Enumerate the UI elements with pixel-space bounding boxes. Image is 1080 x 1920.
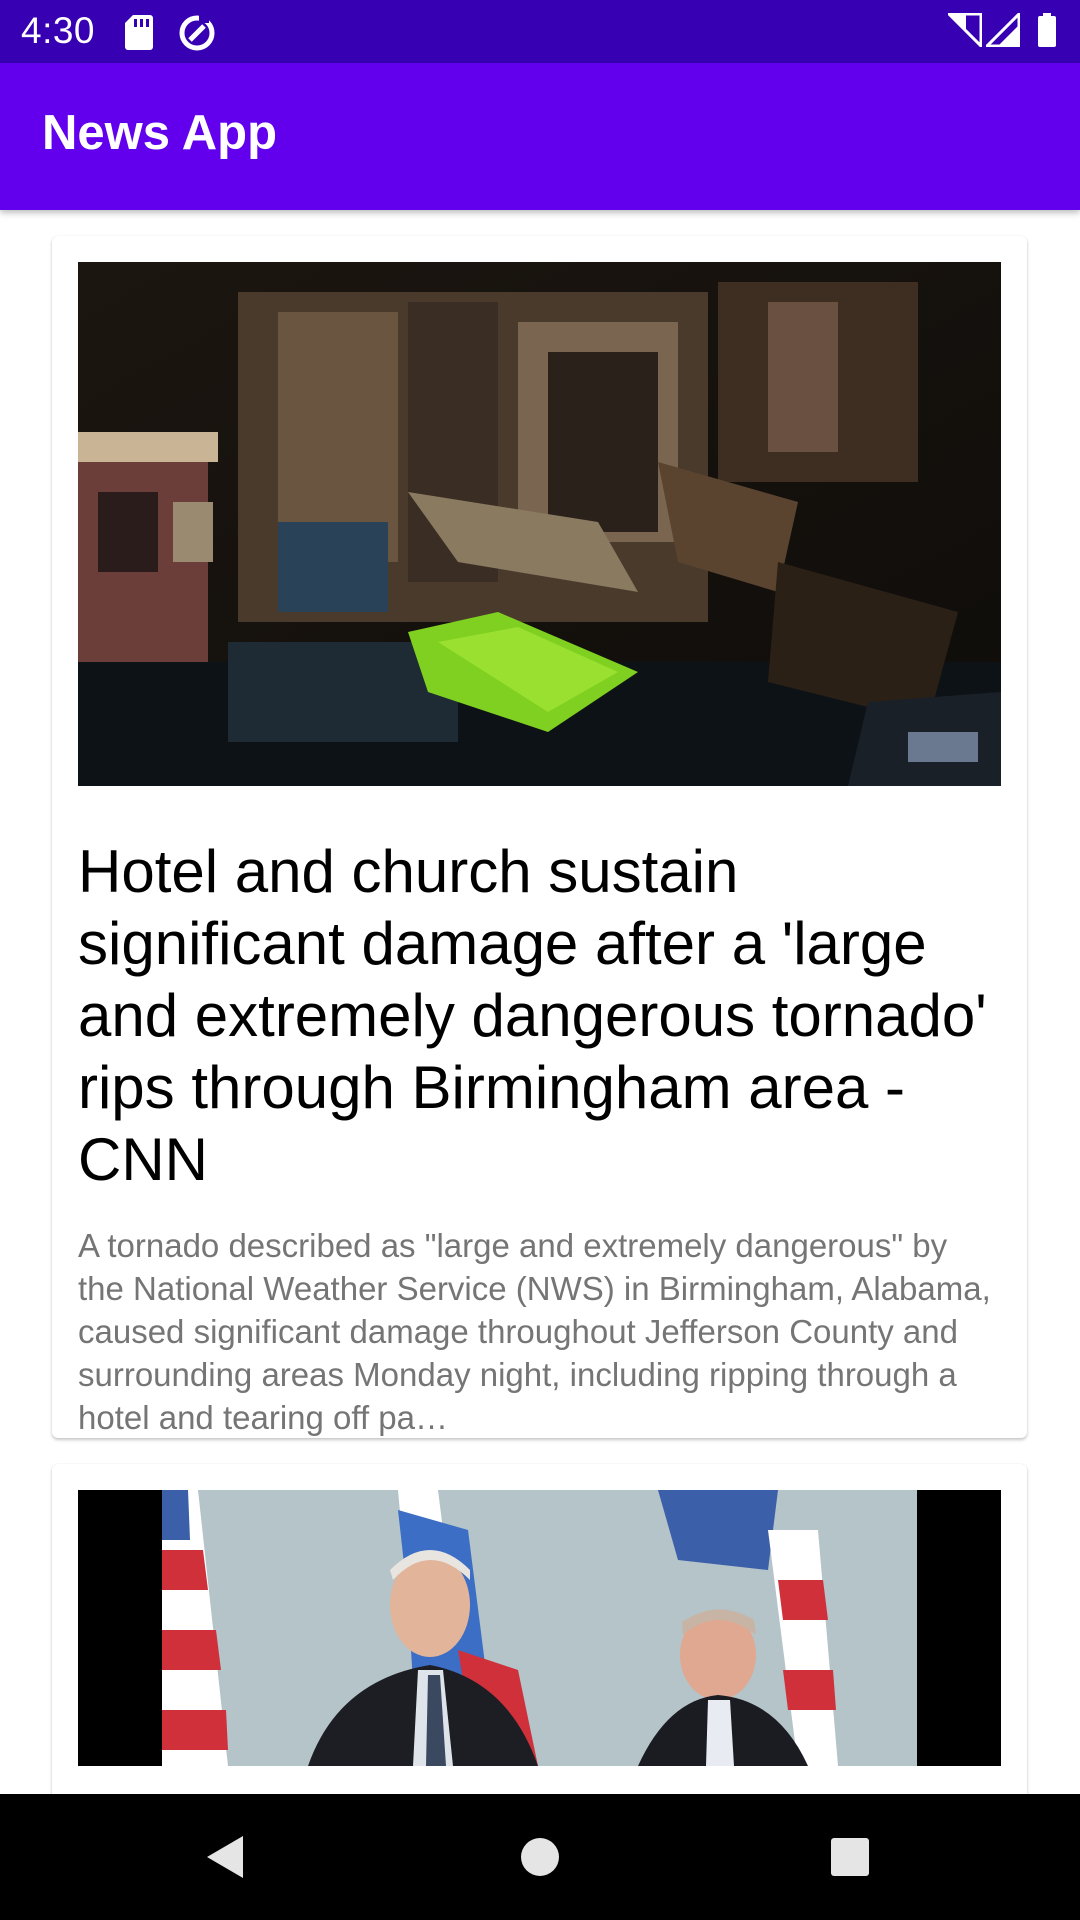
signal-icon — [983, 10, 1021, 52]
back-button[interactable] — [197, 1829, 253, 1885]
wifi-icon — [945, 12, 983, 52]
recents-button[interactable] — [822, 1829, 878, 1885]
status-bar: 4:30 — [0, 0, 1080, 63]
news-card[interactable]: Hotel and church sustain significant dam… — [52, 236, 1027, 1438]
article-image — [78, 262, 1001, 786]
back-icon — [207, 1836, 243, 1878]
news-card[interactable] — [52, 1464, 1027, 1794]
article-description: A tornado described as "large and extrem… — [78, 1227, 991, 1436]
app-title: News App — [42, 106, 278, 160]
app-bar: News App — [0, 63, 1080, 210]
recents-icon — [831, 1838, 869, 1876]
data-saver-icon — [177, 13, 217, 58]
home-icon — [521, 1838, 559, 1876]
battery-icon — [1037, 13, 1057, 52]
sd-card-icon — [124, 13, 154, 56]
article-image — [78, 1490, 1001, 1766]
news-feed[interactable]: Hotel and church sustain significant dam… — [0, 210, 1080, 1794]
navigation-bar — [0, 1794, 1080, 1920]
home-button[interactable] — [512, 1829, 568, 1885]
article-headline: Hotel and church sustain significant dam… — [78, 838, 987, 1193]
status-time: 4:30 — [21, 10, 96, 51]
